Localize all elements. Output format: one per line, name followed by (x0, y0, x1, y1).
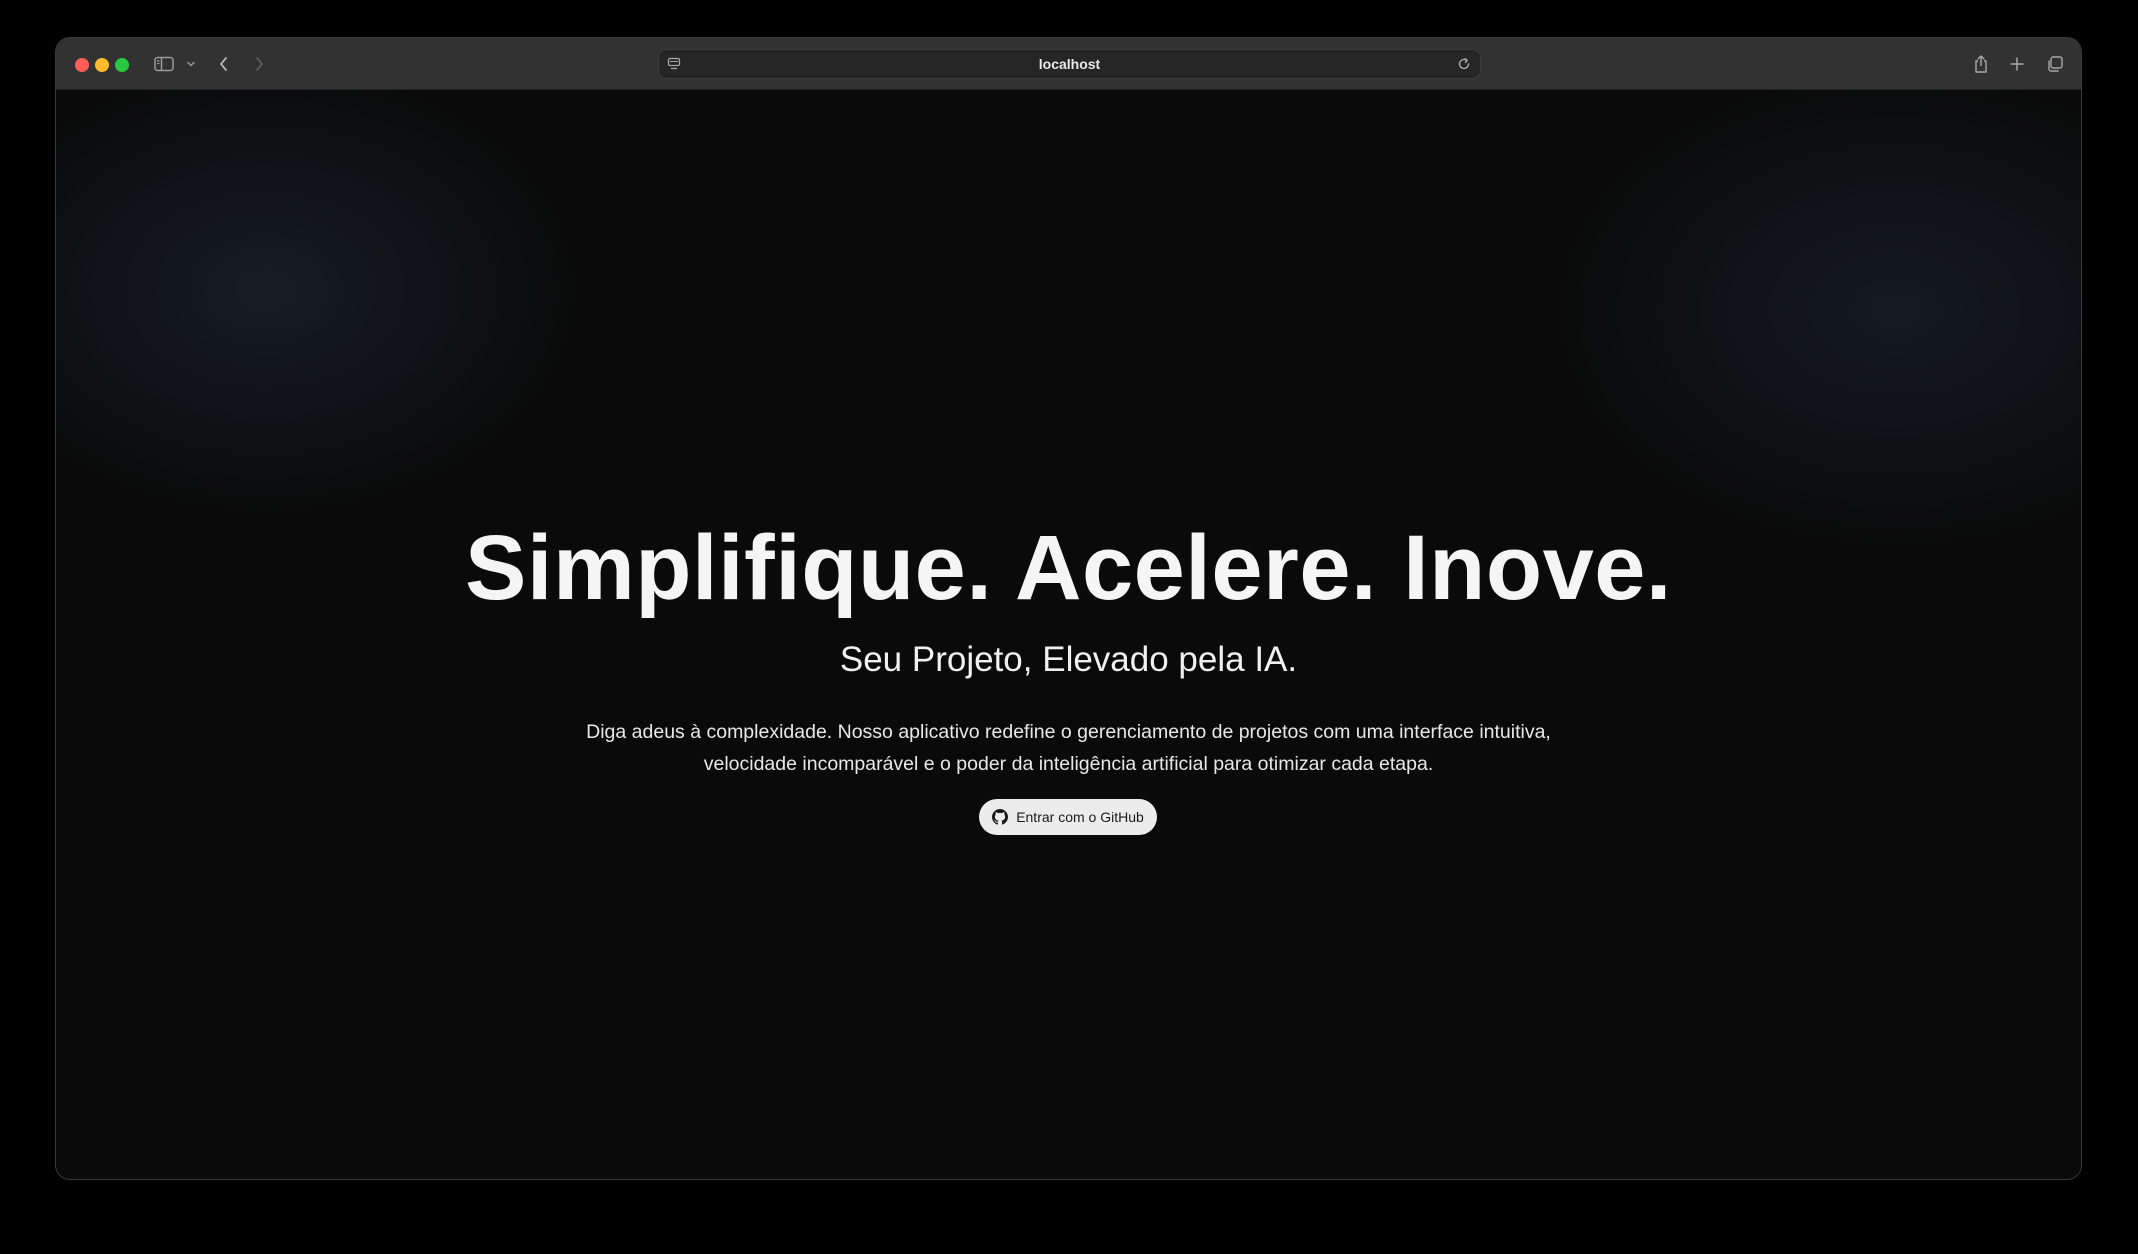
hero-description-line: velocidade incomparável e o poder da int… (703, 753, 1434, 775)
page-content: Simplifique. Acelere. Inove. Seu Projeto… (56, 90, 2081, 1179)
browser-toolbar: localhost (56, 38, 2081, 90)
hero-subheadline: Seu Projeto, Elevado pela IA. (839, 640, 1298, 679)
chevron-left-icon[interactable] (214, 50, 234, 78)
close-window-button[interactable] (75, 58, 89, 72)
github-icon (992, 809, 1009, 825)
maximize-window-button[interactable] (115, 58, 129, 72)
address-bar[interactable]: localhost (658, 49, 1481, 79)
minimize-window-button[interactable] (95, 58, 109, 72)
github-login-button[interactable]: Entrar com o GitHub (979, 799, 1157, 835)
hero-headline: Simplifique. Acelere. Inove. (465, 517, 1672, 619)
plus-icon[interactable] (2006, 50, 2028, 78)
chevron-down-icon[interactable] (184, 50, 198, 78)
github-login-label: Entrar com o GitHub (1016, 809, 1144, 825)
sidebar-icon[interactable] (152, 50, 176, 78)
hero-description-line: Diga adeus à complexidade. Nosso aplicat… (586, 721, 1551, 743)
reload-icon[interactable] (1454, 50, 1474, 78)
share-icon[interactable] (1970, 50, 1992, 78)
browser-window: localhost Simplifique. Acelere. Inove. S… (56, 38, 2081, 1179)
hero-description: Diga adeus à complexidade. Nosso aplicat… (536, 716, 1601, 780)
chevron-right-icon[interactable] (249, 50, 269, 78)
url-text[interactable]: localhost (659, 50, 1480, 78)
tabs-overview-icon[interactable] (2044, 50, 2066, 78)
